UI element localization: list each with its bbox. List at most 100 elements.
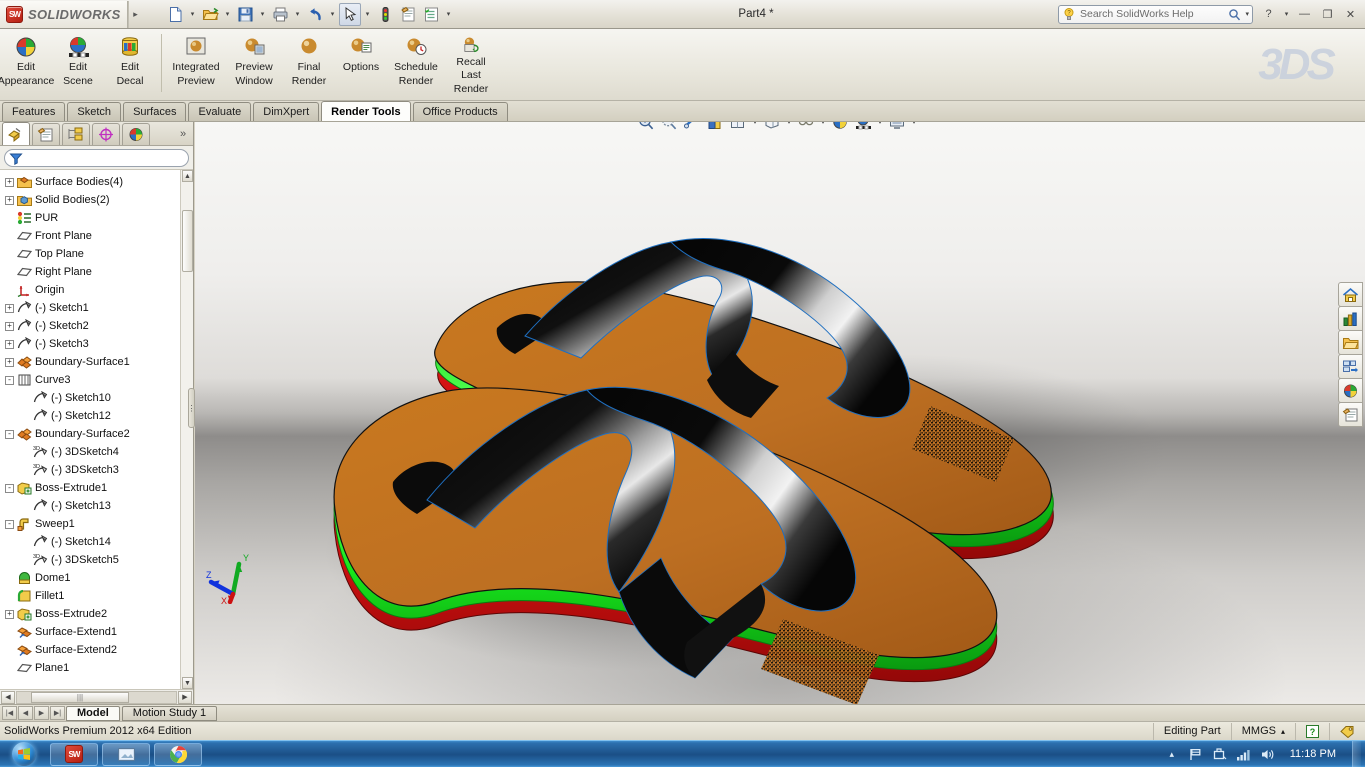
print-icon[interactable] [269, 3, 291, 26]
feature-tree-item[interactable]: Dome1 [0, 569, 193, 587]
solidworks-resources-icon[interactable] [1338, 282, 1363, 307]
undo-dropdown-icon[interactable]: ▾ [327, 3, 338, 26]
minimize-button[interactable]: — [1294, 5, 1315, 23]
design-library-icon[interactable] [1338, 306, 1363, 331]
tab-features[interactable]: Features [2, 102, 66, 121]
next-tab-button[interactable]: ▶ [34, 706, 49, 720]
schedule-render-button[interactable]: Schedule Render [387, 32, 445, 96]
first-tab-button[interactable]: |◀ [2, 706, 17, 720]
display-style-icon[interactable] [761, 122, 783, 134]
tab-surfaces[interactable]: Surfaces [123, 102, 187, 121]
feature-tree-item[interactable]: Top Plane [0, 245, 193, 263]
menu-expand-arrow-icon[interactable]: ▸ [128, 0, 142, 28]
panel-splitter-handle[interactable]: ⋮ [188, 388, 196, 428]
graphics-viewport[interactable]: ▾ ▾ ▾ ▾ ▾ Y Z X [195, 122, 1365, 704]
view-orientation-dropdown-icon[interactable]: ▾ [750, 122, 760, 134]
open-document-icon[interactable] [199, 3, 221, 26]
feature-tree-item[interactable]: Plane1 [0, 659, 193, 677]
action-center-flag-icon[interactable] [1188, 746, 1204, 762]
solidworks-logo-button[interactable]: SW SOLIDWORKS [0, 0, 128, 28]
tree-expander-toggle[interactable]: - [5, 429, 14, 439]
feature-tree-item[interactable]: (-) Sketch13 [0, 497, 193, 515]
feature-tree-item[interactable]: Surface-Extend1 [0, 623, 193, 641]
save-icon[interactable] [234, 3, 256, 26]
apply-scene-icon[interactable] [852, 122, 874, 134]
apply-scene-dropdown-icon[interactable]: ▾ [875, 122, 885, 134]
tree-hscroll-thumb[interactable]: ||| [31, 691, 129, 703]
tree-expander-toggle[interactable]: + [5, 195, 14, 205]
status-units-arrow-icon[interactable]: ▴ [1281, 727, 1285, 736]
tree-scroll-down-arrow[interactable]: ▼ [182, 677, 193, 689]
display-style-dropdown-icon[interactable]: ▾ [784, 122, 794, 134]
preview-window-button[interactable]: Preview Window [225, 32, 283, 96]
tree-expander-toggle[interactable]: - [5, 483, 14, 493]
feature-tree-item[interactable]: + Solid Bodies(2) [0, 191, 193, 209]
feature-tree-item[interactable]: - Curve3 [0, 371, 193, 389]
tab-evaluate[interactable]: Evaluate [188, 102, 252, 121]
help-button[interactable]: ? [1258, 5, 1279, 23]
render-options-button[interactable]: Options [335, 32, 387, 96]
taskbar-chrome[interactable] [154, 742, 202, 766]
status-help-badge[interactable]: ? [1295, 722, 1329, 740]
tree-expander-toggle[interactable]: + [5, 339, 14, 349]
tree-expander-toggle[interactable]: + [5, 303, 14, 313]
tree-scroll-thumb[interactable] [182, 210, 193, 272]
view-settings-dropdown-icon[interactable]: ▾ [909, 122, 919, 134]
select-cursor-icon[interactable] [339, 2, 361, 26]
view-settings-icon[interactable] [886, 122, 908, 134]
zoom-to-area-icon[interactable] [658, 122, 680, 134]
recall-last-render-button[interactable]: Recall Last Render [445, 32, 497, 96]
feature-tree-item[interactable]: + (-) Sketch1 [0, 299, 193, 317]
feature-tree-item[interactable]: + Boundary-Surface1 [0, 353, 193, 371]
display-manager-tab[interactable] [122, 123, 150, 145]
zoom-to-fit-icon[interactable] [635, 122, 657, 134]
previous-tab-button[interactable]: ◀ [18, 706, 33, 720]
feature-tree-horizontal-scrollbar[interactable]: ◀ ||| ▶ [0, 689, 193, 704]
save-dropdown-icon[interactable]: ▾ [257, 3, 268, 26]
hide-show-items-dropdown-icon[interactable]: ▾ [818, 122, 828, 134]
feature-tree-tab[interactable] [2, 122, 30, 145]
integrated-preview-button[interactable]: Integrated Preview [167, 32, 225, 96]
feature-tree-item[interactable]: - Boss-Extrude1 [0, 479, 193, 497]
status-tag-icon[interactable] [1329, 722, 1365, 740]
hide-show-items-icon[interactable] [795, 122, 817, 134]
tree-expander-toggle[interactable]: + [5, 177, 14, 187]
view-orientation-icon[interactable] [727, 122, 749, 134]
last-tab-button[interactable]: ▶| [50, 706, 65, 720]
tree-scroll-up-arrow[interactable]: ▲ [182, 170, 193, 182]
undo-icon[interactable] [304, 3, 326, 26]
feature-tree-item[interactable]: Origin [0, 281, 193, 299]
edit-appearance-icon[interactable] [829, 122, 851, 134]
feature-tree-item[interactable]: PUR [0, 209, 193, 227]
edit-appearance-button[interactable]: Edit Appearance [0, 32, 54, 96]
section-view-icon[interactable] [704, 122, 726, 134]
feature-tree-vertical-scrollbar[interactable]: ▲ ▼ [180, 170, 193, 689]
feature-tree-item[interactable]: - Sweep1 [0, 515, 193, 533]
feature-tree-filter-input[interactable] [4, 149, 189, 167]
configuration-manager-tab[interactable] [62, 123, 90, 145]
restore-button[interactable]: ❐ [1317, 5, 1338, 23]
tree-expander-toggle[interactable]: - [5, 519, 14, 529]
dimxpert-manager-tab[interactable] [92, 123, 120, 145]
show-hidden-icons-arrow[interactable]: ▴ [1164, 746, 1180, 762]
tab-model[interactable]: Model [66, 705, 120, 721]
status-units[interactable]: MMGS ▴ [1230, 722, 1295, 740]
property-manager-tab[interactable] [32, 123, 60, 145]
tree-scroll-left-arrow[interactable]: ◀ [1, 690, 15, 704]
start-button[interactable] [2, 742, 46, 767]
close-button[interactable]: ✕ [1340, 5, 1361, 23]
taskbar-photo-viewer[interactable] [102, 742, 150, 766]
tab-office-products[interactable]: Office Products [412, 102, 508, 121]
feature-tree-item[interactable]: (-) Sketch14 [0, 533, 193, 551]
options-dropdown-icon[interactable]: ▾ [443, 3, 454, 26]
tab-dimxpert[interactable]: DimXpert [253, 102, 320, 121]
previous-view-icon[interactable] [681, 122, 703, 134]
feature-tree-item[interactable]: 3D (-) 3DSketch4 [0, 443, 193, 461]
show-desktop-button[interactable] [1352, 740, 1361, 767]
feature-tree-item[interactable]: (-) Sketch10 [0, 389, 193, 407]
open-document-dropdown-icon[interactable]: ▾ [222, 3, 233, 26]
safely-remove-hardware-icon[interactable] [1212, 746, 1228, 762]
appearances-scenes-decals-icon[interactable] [1338, 378, 1363, 403]
feature-tree-item[interactable]: + (-) Sketch3 [0, 335, 193, 353]
feature-tree-item[interactable]: Front Plane [0, 227, 193, 245]
